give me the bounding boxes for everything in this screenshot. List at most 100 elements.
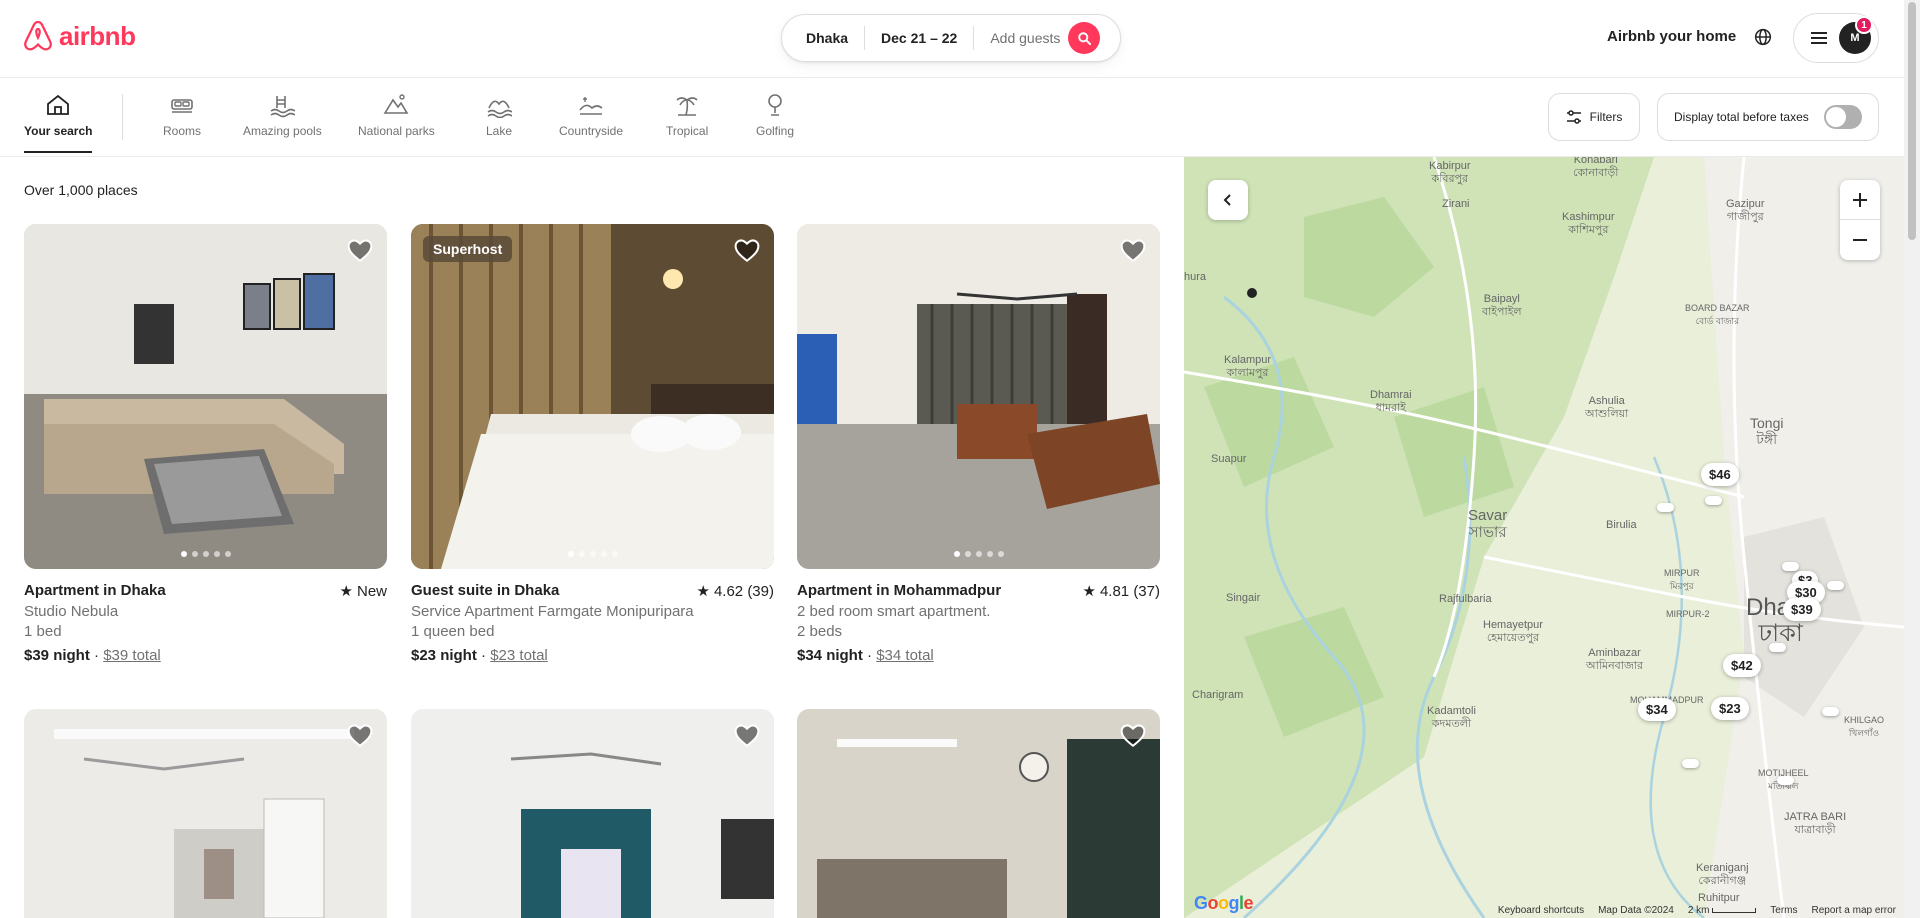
listing-card[interactable] xyxy=(797,709,1160,918)
display-total-toggle-container: Display total before taxes xyxy=(1657,93,1879,141)
map-label: Kashimpur কাশিমপুর xyxy=(1562,211,1615,236)
listing-card[interactable]: Superhost Guest suite in Dhaka ★ 4.62 (39… xyxy=(411,224,774,664)
map-marker[interactable] xyxy=(1657,503,1674,512)
listing-card[interactable] xyxy=(24,709,387,918)
terms-link[interactable]: Terms xyxy=(1770,905,1797,916)
listing-price: $34 night · $34 total xyxy=(797,647,934,664)
map-marker[interactable] xyxy=(1777,776,1794,785)
listing-subtitle: Studio Nebula xyxy=(24,603,119,620)
page-scrollbar[interactable] xyxy=(1904,0,1920,918)
price-pin[interactable]: $34 xyxy=(1638,698,1676,721)
map-marker[interactable] xyxy=(1782,562,1799,571)
search-bar[interactable]: Dhaka Dec 21 – 22 Add guests xyxy=(781,14,1121,62)
map-marker[interactable] xyxy=(1822,707,1839,716)
map-label: Aminbazar আমিনবাজার xyxy=(1586,647,1644,672)
scrollbar-thumb[interactable] xyxy=(1908,2,1916,240)
category-golfing[interactable]: Golfing xyxy=(756,92,794,138)
map-label: Gazipur গাজীপুর xyxy=(1726,198,1765,223)
map-label: Charigram xyxy=(1192,689,1244,701)
listing-photo[interactable] xyxy=(797,224,1160,569)
category-lake[interactable]: Lake xyxy=(486,92,512,138)
map-label: Kalampur কালামপুর xyxy=(1224,354,1272,379)
price-pin[interactable]: $42 xyxy=(1723,654,1761,677)
star-icon: ★ xyxy=(696,583,710,600)
listing-photo-image xyxy=(24,709,387,918)
price-total-link[interactable]: $34 total xyxy=(876,647,934,664)
report-map-error-link[interactable]: Report a map error xyxy=(1812,905,1896,916)
heart-icon[interactable] xyxy=(734,238,760,264)
map-data-credit: Map Data ©2024 xyxy=(1598,905,1674,916)
brand-name: airbnb xyxy=(59,20,136,51)
photo-carousel-dots xyxy=(180,551,231,557)
category-label: Lake xyxy=(486,124,513,138)
listing-card[interactable]: Apartment in Dhaka ★ New Studio Nebula 1 … xyxy=(24,224,387,664)
user-menu-button[interactable]: M 1 xyxy=(1793,13,1879,63)
listing-photo[interactable]: Superhost xyxy=(411,224,774,569)
category-tropical[interactable]: Tropical xyxy=(666,92,708,138)
heart-icon[interactable] xyxy=(347,238,373,264)
listing-photo[interactable] xyxy=(797,709,1160,918)
search-button[interactable] xyxy=(1068,22,1101,54)
rating-value: 4.81 (37) xyxy=(1099,582,1160,600)
photo-carousel-dots xyxy=(567,551,618,557)
category-rooms[interactable]: Rooms xyxy=(163,92,201,138)
map-label: Rajfulbaria xyxy=(1439,593,1492,605)
category-national-parks[interactable]: National parks xyxy=(358,92,435,138)
map-panel[interactable]: Kabirpur কবিরপুর Konabari কোনাবাড়ী Zirani… xyxy=(1184,157,1904,918)
chevron-left-icon xyxy=(1223,194,1231,206)
category-label: Your search xyxy=(24,124,93,138)
star-icon: ★ xyxy=(1082,583,1096,600)
collapse-map-button[interactable] xyxy=(1208,180,1248,220)
listing-card[interactable]: Apartment in Mohammadpur ★ 4.81 (37) 2 be… xyxy=(797,224,1160,664)
filters-button[interactable]: Filters xyxy=(1548,93,1640,141)
map-marker[interactable] xyxy=(1827,581,1844,590)
price-total-link[interactable]: $39 total xyxy=(103,647,161,664)
top-header: airbnb Dhaka Dec 21 – 22 Add guests Airb… xyxy=(0,0,1904,78)
globe-icon[interactable] xyxy=(1752,26,1774,48)
map-label: Zirani xyxy=(1442,198,1470,210)
price-per-night: $34 night xyxy=(797,647,863,664)
listing-price: $23 night · $23 total xyxy=(411,647,548,664)
airbnb-logo-icon xyxy=(24,20,52,51)
search-location[interactable]: Dhaka xyxy=(782,30,864,46)
map-label: Birulia xyxy=(1606,519,1637,531)
heart-icon[interactable] xyxy=(1120,238,1146,264)
airbnb-your-home-link[interactable]: Airbnb your home xyxy=(1607,28,1736,45)
superhost-badge: Superhost xyxy=(423,236,513,262)
price-pin[interactable]: $39 xyxy=(1783,598,1821,621)
price-pin[interactable]: $23 xyxy=(1711,697,1749,720)
category-amazing-pools[interactable]: Amazing pools xyxy=(243,92,322,138)
zoom-out-button[interactable] xyxy=(1840,220,1880,260)
map-marker[interactable] xyxy=(1769,643,1786,652)
bed-icon xyxy=(171,99,193,113)
category-countryside[interactable]: Countryside xyxy=(559,92,623,138)
map-label: Singair xyxy=(1226,592,1261,604)
listing-photo[interactable] xyxy=(411,709,774,918)
zoom-controls xyxy=(1840,180,1880,260)
rating-value: 4.62 (39) xyxy=(713,582,774,600)
category-your-search[interactable]: Your search xyxy=(24,92,93,153)
google-logo: Google xyxy=(1194,893,1254,913)
heart-icon[interactable] xyxy=(347,723,373,749)
map-marker[interactable] xyxy=(1682,759,1699,768)
price-total-link[interactable]: $23 total xyxy=(490,647,548,664)
search-guests[interactable]: Add guests xyxy=(974,30,1068,46)
listing-beds: 1 bed xyxy=(24,623,62,640)
heart-icon[interactable] xyxy=(1120,723,1146,749)
display-total-switch[interactable] xyxy=(1824,105,1862,129)
map-label: Kadamtoli কদমতলী xyxy=(1427,705,1476,730)
airbnb-logo[interactable]: airbnb xyxy=(23,20,136,52)
pool-icon xyxy=(270,96,296,118)
listing-title: Apartment in Dhaka xyxy=(24,582,166,599)
listing-photo[interactable] xyxy=(24,709,387,918)
map-marker[interactable] xyxy=(1705,496,1722,505)
zoom-in-button[interactable] xyxy=(1840,180,1880,220)
listing-photo[interactable] xyxy=(24,224,387,569)
search-dates[interactable]: Dec 21 – 22 xyxy=(864,26,975,50)
keyboard-shortcuts-link[interactable]: Keyboard shortcuts xyxy=(1498,905,1584,916)
listing-card[interactable] xyxy=(411,709,774,918)
heart-icon[interactable] xyxy=(734,723,760,749)
price-pin[interactable]: $46 xyxy=(1701,463,1739,486)
price-per-night: $23 night xyxy=(411,647,477,664)
map-label: Keraniganj কেরানীগঞ্জ xyxy=(1696,862,1749,887)
